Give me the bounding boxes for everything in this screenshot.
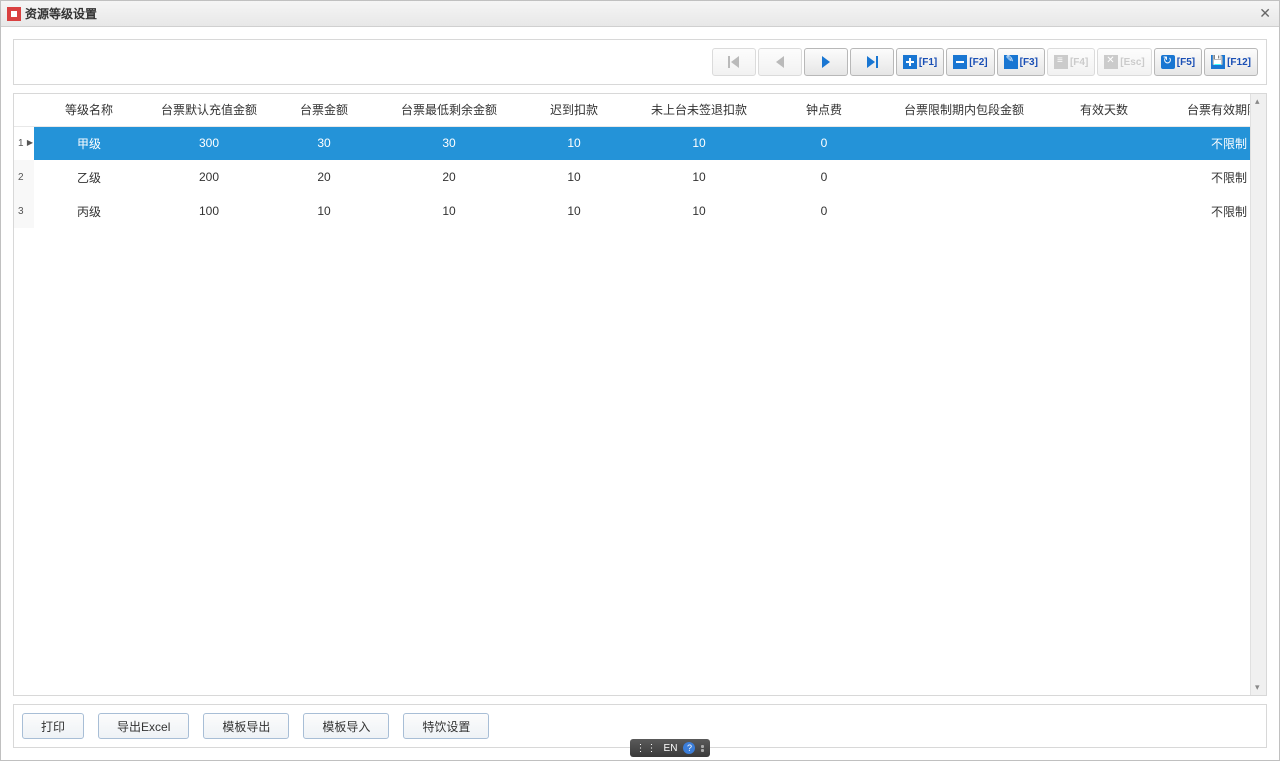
template-import-button[interactable]: 模板导入 — [303, 713, 389, 739]
export-excel-button[interactable]: 导出Excel — [98, 713, 189, 739]
next-icon — [820, 56, 832, 68]
table-cell[interactable]: 不限制 — [1154, 126, 1250, 160]
cancel-button[interactable]: [Esc] — [1097, 48, 1151, 76]
table-cell[interactable]: 10 — [524, 194, 624, 228]
refresh-button[interactable]: [F5] — [1154, 48, 1202, 76]
fkey-label: [F12] — [1227, 57, 1251, 68]
toolbar: [F1] [F2] [F3] [F4] [Esc] [F5] [F12] — [13, 39, 1267, 85]
nav-first-button[interactable] — [712, 48, 756, 76]
save-button[interactable]: [F12] — [1204, 48, 1258, 76]
table-cell[interactable]: 10 — [624, 160, 774, 194]
fkey-label: [F5] — [1177, 57, 1195, 68]
table-header-row: 等级名称 台票默认充值金额 台票金额 台票最低剩余金额 迟到扣款 未上台未签退扣… — [14, 94, 1250, 126]
col-header[interactable]: 钟点费 — [774, 94, 874, 126]
table-cell[interactable]: 10 — [374, 194, 524, 228]
table-cell[interactable]: 丙级 — [34, 194, 144, 228]
table-cell[interactable]: 200 — [144, 160, 274, 194]
table-cell[interactable]: 30 — [274, 126, 374, 160]
table-cell[interactable] — [1054, 160, 1154, 194]
doc-icon — [1054, 55, 1068, 69]
print-button[interactable]: 打印 — [22, 713, 84, 739]
fkey-label: [F2] — [969, 57, 987, 68]
window-title: 资源等级设置 — [25, 5, 97, 22]
table-cell[interactable] — [1054, 194, 1154, 228]
nav-last-button[interactable] — [850, 48, 894, 76]
x-icon — [1104, 55, 1118, 69]
last-icon — [866, 56, 878, 68]
table-cell[interactable]: 不限制 — [1154, 194, 1250, 228]
drink-settings-button[interactable]: 特饮设置 — [403, 713, 489, 739]
col-header[interactable]: 台票限制期内包段金额 — [874, 94, 1054, 126]
doc-button[interactable]: [F4] — [1047, 48, 1095, 76]
table-cell[interactable]: 0 — [774, 160, 874, 194]
help-icon[interactable]: ? — [683, 742, 695, 754]
app-icon — [7, 7, 21, 21]
table-row[interactable]: 2乙级200202010100不限制 — [14, 160, 1250, 194]
nav-prev-button[interactable] — [758, 48, 802, 76]
fkey-label: [Esc] — [1120, 57, 1144, 68]
ime-indicator[interactable]: ⋮⋮ EN ? — [630, 739, 710, 757]
table-cell[interactable]: 10 — [524, 160, 624, 194]
data-table[interactable]: 等级名称 台票默认充值金额 台票金额 台票最低剩余金额 迟到扣款 未上台未签退扣… — [14, 94, 1250, 228]
table-cell[interactable] — [874, 126, 1054, 160]
table-cell[interactable]: 0 — [774, 194, 874, 228]
col-header[interactable]: 等级名称 — [34, 94, 144, 126]
add-button[interactable]: [F1] — [896, 48, 944, 76]
table-cell[interactable]: 10 — [624, 126, 774, 160]
fkey-label: [F1] — [919, 57, 937, 68]
fkey-label: [F3] — [1020, 57, 1038, 68]
titlebar[interactable]: 资源等级设置 ✕ — [1, 1, 1279, 27]
minus-icon — [953, 55, 967, 69]
table-cell[interactable] — [1054, 126, 1154, 160]
refresh-icon — [1161, 55, 1175, 69]
row-number: 1 — [14, 126, 34, 160]
rownum-header — [14, 94, 34, 126]
table-panel: 等级名称 台票默认充值金额 台票金额 台票最低剩余金额 迟到扣款 未上台未签退扣… — [13, 93, 1267, 696]
table-cell[interactable]: 20 — [274, 160, 374, 194]
close-button[interactable]: ✕ — [1259, 5, 1271, 22]
prev-icon — [774, 56, 786, 68]
table-cell[interactable] — [874, 194, 1054, 228]
row-number: 3 — [14, 194, 34, 228]
nav-next-button[interactable] — [804, 48, 848, 76]
edit-icon — [1004, 55, 1018, 69]
table-cell[interactable]: 0 — [774, 126, 874, 160]
remove-button[interactable]: [F2] — [946, 48, 994, 76]
table-row[interactable]: 3丙级100101010100不限制 — [14, 194, 1250, 228]
vertical-scrollbar[interactable] — [1250, 94, 1266, 695]
content-area: [F1] [F2] [F3] [F4] [Esc] [F5] [F12] 等级名… — [1, 27, 1279, 760]
table-cell[interactable]: 30 — [374, 126, 524, 160]
fkey-label: [F4] — [1070, 57, 1088, 68]
table-cell[interactable]: 10 — [274, 194, 374, 228]
col-header[interactable]: 迟到扣款 — [524, 94, 624, 126]
table-wrap: 等级名称 台票默认充值金额 台票金额 台票最低剩余金额 迟到扣款 未上台未签退扣… — [14, 94, 1250, 695]
table-cell[interactable] — [874, 160, 1054, 194]
table-cell[interactable]: 10 — [624, 194, 774, 228]
main-window: 资源等级设置 ✕ [F1] [F2] [F3] [F4] [Esc] [F5] … — [0, 0, 1280, 761]
ime-lang: EN — [664, 743, 678, 754]
table-cell[interactable]: 300 — [144, 126, 274, 160]
edit-button[interactable]: [F3] — [997, 48, 1045, 76]
table-cell[interactable]: 甲级 — [34, 126, 144, 160]
template-export-button[interactable]: 模板导出 — [203, 713, 289, 739]
col-header[interactable]: 台票有效期限制 — [1154, 94, 1250, 126]
save-icon — [1211, 55, 1225, 69]
table-cell[interactable]: 不限制 — [1154, 160, 1250, 194]
plus-icon — [903, 55, 917, 69]
table-row[interactable]: 1甲级300303010100不限制 — [14, 126, 1250, 160]
col-header[interactable]: 台票金额 — [274, 94, 374, 126]
col-header[interactable]: 台票默认充值金额 — [144, 94, 274, 126]
ime-menu-icon[interactable] — [701, 745, 704, 752]
col-header[interactable]: 未上台未签退扣款 — [624, 94, 774, 126]
first-icon — [728, 56, 740, 68]
table-cell[interactable]: 乙级 — [34, 160, 144, 194]
table-cell[interactable]: 100 — [144, 194, 274, 228]
col-header[interactable]: 台票最低剩余金额 — [374, 94, 524, 126]
row-number: 2 — [14, 160, 34, 194]
table-cell[interactable]: 20 — [374, 160, 524, 194]
col-header[interactable]: 有效天数 — [1054, 94, 1154, 126]
table-cell[interactable]: 10 — [524, 126, 624, 160]
